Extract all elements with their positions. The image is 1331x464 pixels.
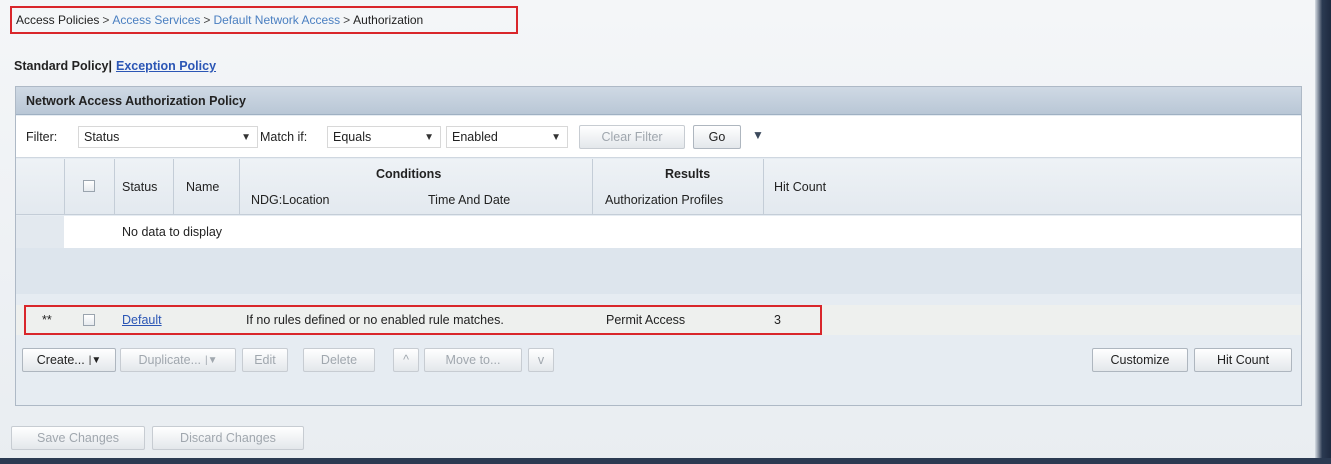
- default-rule-hit-count: 3: [774, 313, 781, 327]
- customize-button[interactable]: Customize: [1092, 348, 1188, 372]
- panel-title: Network Access Authorization Policy: [16, 87, 1301, 115]
- window-bottom-edge: [0, 458, 1331, 464]
- duplicate-button-label: Duplicate...: [138, 353, 202, 367]
- match-operator-select[interactable]: Equals ▼: [327, 126, 441, 148]
- filter-field-value: Status: [84, 130, 120, 144]
- table-empty-area: [16, 248, 1301, 294]
- default-rule-marker: **: [42, 313, 52, 327]
- edit-button[interactable]: Edit: [242, 348, 288, 372]
- move-to-button[interactable]: Move to...: [424, 348, 522, 372]
- select-all-checkbox[interactable]: [83, 180, 95, 192]
- tab-standard-policy[interactable]: Standard Policy: [14, 59, 108, 73]
- clear-filter-button[interactable]: Clear Filter: [579, 125, 685, 149]
- chevron-down-icon: ▼: [424, 132, 434, 143]
- chevron-down-icon: ▼: [241, 132, 251, 143]
- breadcrumb-item-access-policies[interactable]: Access Policies: [16, 13, 99, 27]
- move-up-button[interactable]: ^: [393, 348, 419, 372]
- chevron-down-icon: |▼: [205, 354, 218, 366]
- column-divider: [173, 159, 174, 215]
- filter-field-select[interactable]: Status ▼: [78, 126, 258, 148]
- tab-separator: |: [108, 59, 112, 73]
- default-rule-result: Permit Access: [606, 313, 686, 327]
- create-button-label: Create...: [36, 353, 85, 367]
- breadcrumb-item-default-network-access[interactable]: Default Network Access: [213, 13, 340, 27]
- column-header-time-and-date[interactable]: Time And Date: [428, 193, 510, 207]
- column-divider: [114, 159, 115, 215]
- breadcrumb: Access Policies > Access Services > Defa…: [10, 6, 518, 34]
- move-down-button[interactable]: v: [528, 348, 554, 372]
- breadcrumb-item-authorization: Authorization: [353, 13, 424, 27]
- save-changes-button[interactable]: Save Changes: [11, 426, 145, 450]
- chevron-down-icon: ▼: [551, 132, 561, 143]
- column-header-status[interactable]: Status: [122, 180, 157, 194]
- column-group-conditions: Conditions: [376, 167, 442, 181]
- column-header-hit-count[interactable]: Hit Count: [774, 180, 826, 194]
- grid-header: Status Name Conditions NDG:Location Time…: [16, 159, 1301, 215]
- default-rule-checkbox[interactable]: [83, 314, 95, 326]
- default-rule-link[interactable]: Default: [122, 313, 162, 327]
- column-divider: [64, 159, 65, 215]
- delete-button[interactable]: Delete: [303, 348, 375, 372]
- breadcrumb-item-access-services[interactable]: Access Services: [112, 13, 200, 27]
- row-gutter: [16, 216, 64, 248]
- filter-label: Filter:: [26, 130, 58, 144]
- default-rule-row[interactable]: ** Default If no rules defined or no ena…: [16, 305, 1301, 335]
- authorization-policy-panel: Network Access Authorization Policy Filt…: [15, 86, 1302, 406]
- filter-value-value: Enabled: [452, 130, 498, 144]
- match-operator-value: Equals: [333, 130, 372, 144]
- duplicate-button[interactable]: Duplicate... |▼: [120, 348, 236, 372]
- column-group-results: Results: [665, 167, 711, 181]
- create-button[interactable]: Create... |▼: [22, 348, 116, 372]
- filter-value-select[interactable]: Enabled ▼: [446, 126, 568, 148]
- tab-exception-policy[interactable]: Exception Policy: [116, 59, 216, 73]
- action-bar: Create... |▼ Duplicate... |▼ Edit Delete…: [16, 343, 1301, 375]
- filter-bar: Filter: Status ▼ Match if: Equals ▼ Enab…: [16, 116, 1301, 158]
- window-edge: [1315, 0, 1331, 464]
- table-row-empty: No data to display: [16, 216, 1301, 248]
- breadcrumb-separator: >: [102, 13, 110, 27]
- column-divider: [763, 159, 764, 215]
- discard-changes-button[interactable]: Discard Changes: [152, 426, 304, 450]
- hit-count-button[interactable]: Hit Count: [1194, 348, 1292, 372]
- empty-message: No data to display: [122, 225, 223, 239]
- breadcrumb-separator: >: [203, 13, 211, 27]
- policy-tabs: Standard Policy | Exception Policy: [14, 59, 216, 73]
- column-divider: [592, 159, 593, 215]
- column-header-name[interactable]: Name: [186, 180, 219, 194]
- column-header-authorization-profiles[interactable]: Authorization Profiles: [605, 193, 723, 207]
- breadcrumb-separator: >: [343, 13, 351, 27]
- column-divider: [239, 159, 240, 215]
- default-rule-condition: If no rules defined or no enabled rule m…: [246, 313, 504, 327]
- go-button[interactable]: Go: [693, 125, 741, 149]
- match-label: Match if:: [260, 130, 308, 144]
- filter-options-dropdown-icon[interactable]: ▼: [752, 128, 764, 142]
- column-header-ndg-location[interactable]: NDG:Location: [251, 193, 330, 207]
- chevron-down-icon: |▼: [88, 354, 102, 366]
